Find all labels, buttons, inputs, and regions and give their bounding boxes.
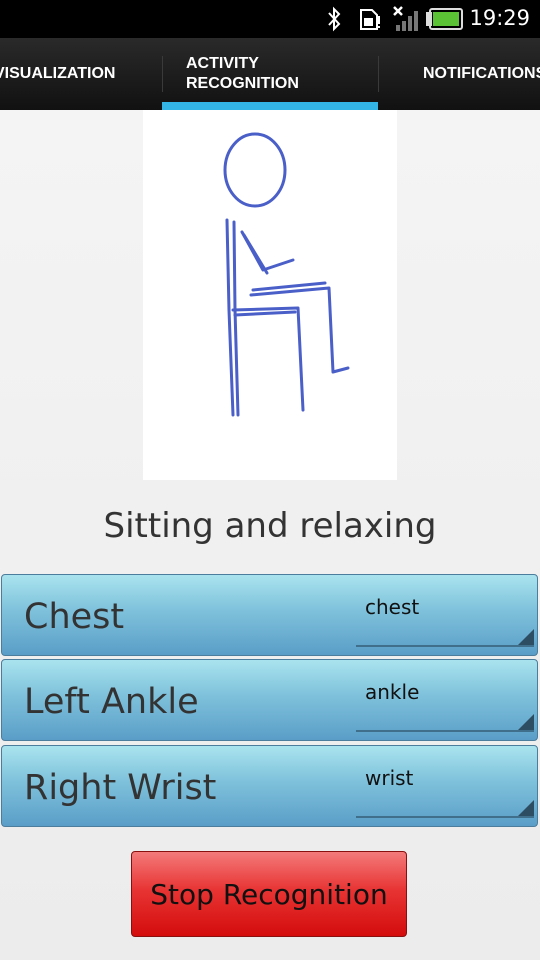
sensor-spinner[interactable]: chest: [356, 585, 534, 647]
stop-recognition-button[interactable]: Stop Recognition: [131, 851, 407, 937]
tab-visualization[interactable]: VISUALIZATION: [0, 38, 158, 110]
tab-bar: VISUALIZATION ACTIVITY RECOGNITION NOTIF…: [0, 38, 540, 110]
sensor-row-right-wrist: Right Wrist wrist: [1, 745, 538, 827]
sensor-spinner[interactable]: wrist: [356, 756, 534, 818]
tab-activity-recognition[interactable]: ACTIVITY RECOGNITION: [186, 38, 366, 110]
bluetooth-icon: [328, 6, 341, 32]
battery-icon: [426, 8, 463, 30]
sensor-name: Chest: [24, 597, 125, 637]
signal-icon: [393, 6, 418, 31]
sensor-spinner[interactable]: ankle: [356, 670, 534, 732]
tab-notifications[interactable]: NOTIFICATIONS: [423, 38, 540, 110]
spinner-underline: [356, 816, 534, 818]
activity-image: [143, 110, 397, 480]
sensor-row-left-ankle: Left Ankle ankle: [1, 659, 538, 741]
dropdown-arrow-icon: [518, 800, 534, 816]
clock: 19:29: [469, 6, 530, 30]
sensor-name: Left Ankle: [24, 682, 199, 722]
spinner-value: wrist: [365, 766, 414, 790]
spinner-underline: [356, 730, 534, 732]
tab-divider: [162, 56, 163, 92]
spinner-value: ankle: [365, 680, 420, 704]
selected-tab-indicator: [162, 102, 378, 110]
sensor-name: Right Wrist: [24, 768, 217, 808]
spinner-value: chest: [365, 595, 420, 619]
sensor-row-chest: Chest chest: [1, 574, 538, 656]
dropdown-arrow-icon: [518, 714, 534, 730]
spinner-underline: [356, 645, 534, 647]
stick-figure-sitting-icon: [223, 132, 350, 417]
sd-card-icon: [360, 9, 380, 30]
activity-label: Sitting and relaxing: [103, 506, 437, 546]
dropdown-arrow-icon: [518, 629, 534, 645]
tab-divider: [378, 56, 379, 92]
status-bar: 19:29: [0, 0, 540, 38]
